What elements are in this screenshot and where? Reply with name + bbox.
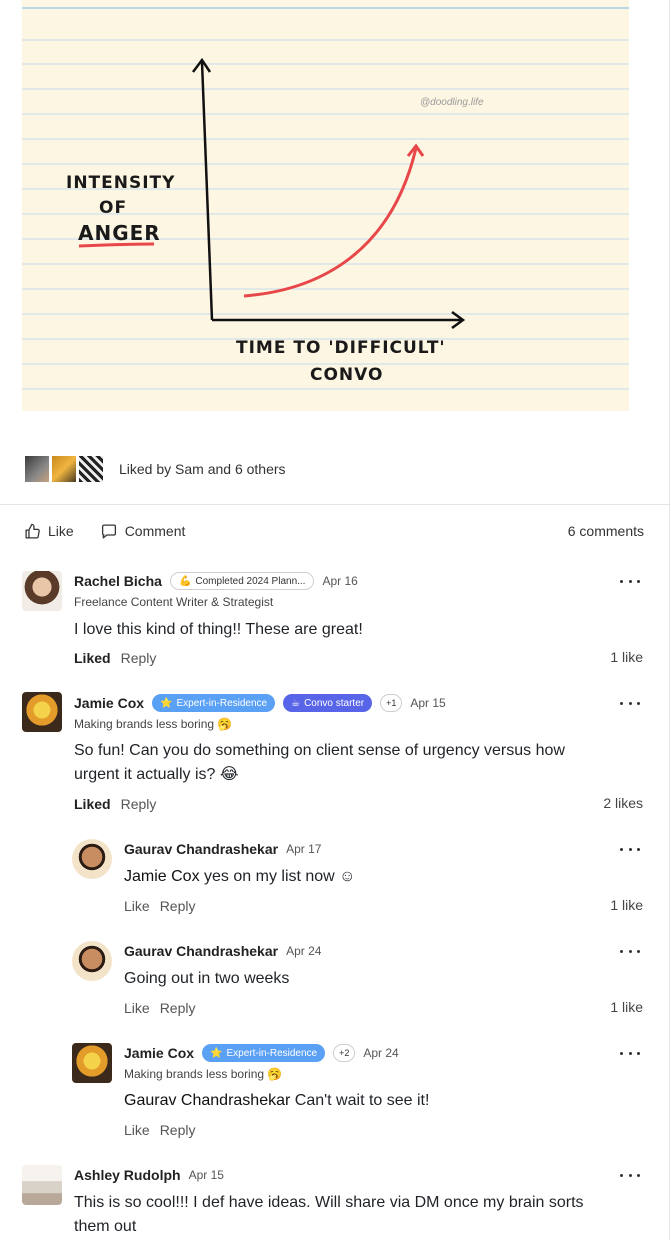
more-options-icon[interactable]	[620, 574, 640, 588]
author-headline: Making brands less boring 🥱	[74, 717, 233, 731]
more-badges[interactable]: +1	[380, 694, 403, 712]
comment-author[interactable]: Jamie Cox	[74, 695, 144, 711]
comment-date[interactable]: Apr 16	[322, 574, 357, 588]
comment-body: Going out in two weeks	[124, 970, 290, 987]
like-count[interactable]: 1 like	[610, 999, 643, 1015]
comment-body: This is so cool!!! I def have ideas. Wil…	[74, 1194, 584, 1235]
comment-icon	[101, 523, 116, 539]
mention[interactable]: Jamie Cox	[124, 868, 200, 885]
like-button[interactable]: Like	[124, 898, 150, 914]
reply-button[interactable]: Reply	[160, 1122, 196, 1138]
like-count[interactable]: 1 like	[610, 897, 643, 913]
comment-body: So fun! Can you do something on client s…	[74, 742, 565, 783]
comment-author[interactable]: Gaurav Chandrashekar	[124, 943, 278, 959]
anger-chart-sketch: INTENSITY OF ANGER TIME TO 'DIFFICULT' C…	[22, 0, 629, 411]
reply-button[interactable]: Reply	[160, 898, 196, 914]
comment-body: Jamie Cox yes on my list now ☺	[124, 868, 356, 885]
x-label-line1: TIME TO 'DIFFICULT'	[236, 338, 446, 358]
comment-body: Gaurav Chandrashekar Can't wait to see i…	[124, 1092, 430, 1109]
avatar[interactable]	[72, 839, 112, 879]
coffee-icon: ☕	[291, 697, 301, 709]
avatar[interactable]	[22, 692, 62, 732]
reply-button[interactable]: Reply	[160, 1000, 196, 1016]
expert-badge[interactable]: ⭐ Expert-in-Residence	[152, 694, 276, 712]
flexed-biceps-icon: 💪	[178, 575, 192, 587]
star-icon: ⭐	[210, 1047, 223, 1059]
comments-count[interactable]: 6 comments	[568, 523, 644, 539]
liked-by-text[interactable]: Liked by Sam and 6 others	[119, 461, 286, 477]
watermark: @doodling.life	[420, 97, 484, 108]
liked-button[interactable]: Liked	[74, 650, 111, 666]
avatar[interactable]	[72, 941, 112, 981]
comment-date[interactable]: Apr 15	[410, 696, 445, 710]
comment-date[interactable]: Apr 24	[286, 944, 321, 958]
x-label-line2: CONVO	[310, 365, 383, 385]
thumbs-up-icon	[25, 523, 40, 539]
post-image: INTENSITY OF ANGER TIME TO 'DIFFICULT' C…	[22, 0, 629, 411]
comment-date[interactable]: Apr 24	[363, 1046, 398, 1060]
y-label-line2: OF	[99, 198, 127, 218]
liker-avatar	[78, 455, 104, 483]
comment-date[interactable]: Apr 17	[286, 842, 321, 856]
more-options-icon[interactable]	[620, 842, 640, 856]
author-headline: Making brands less boring 🥱	[124, 1067, 283, 1081]
more-options-icon[interactable]	[620, 944, 640, 958]
more-badges[interactable]: +2	[333, 1044, 356, 1062]
avatar[interactable]	[22, 571, 62, 611]
comment-date[interactable]: Apr 15	[189, 1168, 224, 1182]
star-icon: ⭐	[160, 697, 173, 709]
divider	[0, 504, 670, 505]
comment-label: Comment	[124, 523, 186, 539]
avatar[interactable]	[22, 1165, 62, 1205]
like-count[interactable]: 2 likes	[603, 795, 643, 811]
comment-body: I love this kind of thing!! These are gr…	[74, 621, 363, 638]
more-options-icon[interactable]	[620, 1168, 640, 1182]
likes-row[interactable]: Liked by Sam and 6 others	[24, 454, 286, 484]
avatar[interactable]	[72, 1043, 112, 1083]
comment-author[interactable]: Ashley Rudolph	[74, 1167, 181, 1183]
like-button[interactable]: Like	[124, 1122, 150, 1138]
liked-button[interactable]: Liked	[74, 796, 111, 812]
mention[interactable]: Gaurav Chandrashekar	[124, 1092, 290, 1109]
comment-author[interactable]: Gaurav Chandrashekar	[124, 841, 278, 857]
like-button[interactable]: Like	[24, 523, 74, 540]
expert-badge[interactable]: ⭐ Expert-in-Residence	[202, 1044, 326, 1062]
post-page: INTENSITY OF ANGER TIME TO 'DIFFICULT' C…	[0, 0, 670, 1240]
author-headline: Freelance Content Writer & Strategist	[74, 595, 274, 609]
comment-button[interactable]: Comment	[100, 523, 186, 540]
more-options-icon[interactable]	[620, 1046, 640, 1060]
convo-starter-badge[interactable]: ☕ Convo starter	[283, 694, 373, 712]
comment-author[interactable]: Rachel Bicha	[74, 573, 162, 589]
reply-button[interactable]: Reply	[121, 650, 157, 666]
liker-avatar	[51, 455, 77, 483]
like-label: Like	[48, 523, 74, 539]
comment-author[interactable]: Jamie Cox	[124, 1045, 194, 1061]
action-bar: Like Comment 6 comments	[24, 518, 644, 544]
achievement-badge[interactable]: 💪 Completed 2024 Plann...	[169, 572, 315, 590]
reply-button[interactable]: Reply	[121, 796, 157, 812]
like-button[interactable]: Like	[124, 1000, 150, 1016]
y-label-line3: ANGER	[78, 221, 161, 245]
like-count[interactable]: 1 like	[610, 649, 643, 665]
more-options-icon[interactable]	[620, 696, 640, 710]
liker-avatar	[24, 455, 50, 483]
y-label-line1: INTENSITY	[66, 173, 175, 193]
